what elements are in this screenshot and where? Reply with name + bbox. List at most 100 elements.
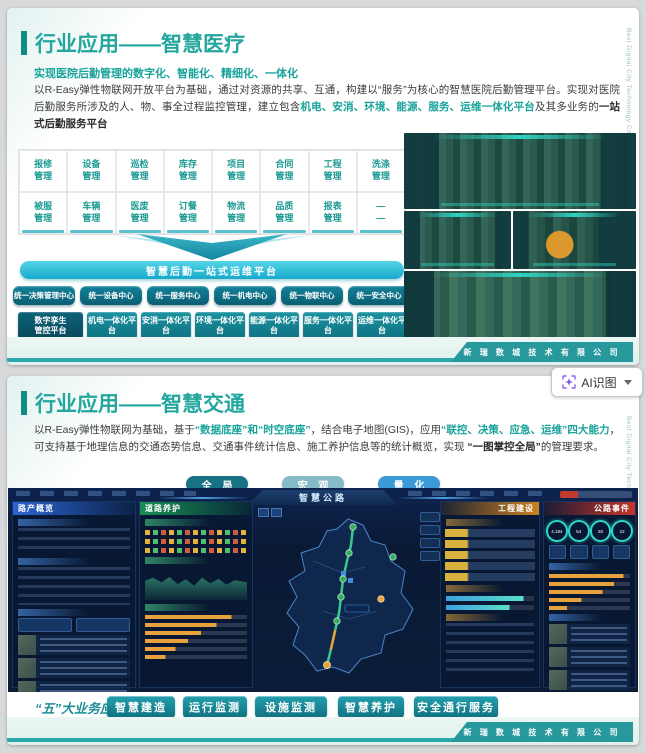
- grid-cell: 报表 管理: [308, 192, 357, 234]
- biz-button-facility-monitoring[interactable]: 设施监测: [255, 696, 327, 718]
- platform-block: 环境一体化平台: [195, 312, 245, 339]
- section-bar: [145, 557, 210, 564]
- grid-cell: — —: [356, 192, 405, 234]
- paragraph-highlight: “联控、决策、应急、运维”四大能力: [441, 424, 610, 436]
- list-rows: [18, 567, 130, 605]
- biz-button-safe-passage[interactable]: 安全通行服务: [414, 696, 498, 718]
- platform-block: 机电一体化平台: [87, 312, 137, 339]
- section-bar: [145, 519, 210, 526]
- page-title: 行业应用——智慧交通: [35, 393, 245, 416]
- section-bar: [549, 563, 602, 570]
- funnel-arrow-graphic: [112, 234, 312, 260]
- stat-chip: [549, 545, 567, 559]
- slide-footer: 新 瑞 数 城 技 术 有 限 公 司: [7, 717, 639, 745]
- paragraph-highlight: 机电、安消、环境、能源、服务、运维一体化平台: [300, 101, 535, 113]
- stat-chips: [18, 618, 130, 632]
- ai-button-label: AI识图: [581, 375, 617, 390]
- grid-cell: 项目 管理: [212, 150, 261, 192]
- slide-smart-transportation: Best Digital City Technology Co., Ltd 行业…: [7, 376, 639, 745]
- hospital-dashboard-image-3: [513, 211, 636, 269]
- hospital-dashboard-image-2: [404, 211, 511, 269]
- center-pill: 统一机电中心: [214, 286, 276, 305]
- paragraph-text: 及其多业务的: [534, 101, 599, 113]
- maintenance-bar: [145, 655, 247, 659]
- center-pill: 统一服务中心: [147, 286, 209, 305]
- slide-subtitle: 实现医院后勤管理的数字化、智能化、精细化、一体化: [34, 68, 298, 80]
- event-card: [549, 647, 630, 667]
- paragraph-highlight: “数据底座”和“时空底座”: [194, 424, 311, 436]
- condition-dot-row: [145, 530, 247, 535]
- paragraph-text: 的管理要求。: [540, 441, 604, 453]
- map-filter-buttons[interactable]: [420, 512, 440, 564]
- condition-dot-row: [145, 539, 247, 544]
- map-filter-button[interactable]: [420, 512, 440, 522]
- grid-cell: 库存 管理: [163, 150, 212, 192]
- stat-chip: [591, 545, 609, 559]
- panel-road-maintenance: 道路养护: [139, 501, 253, 688]
- biz-button-smart-construction[interactable]: 智慧建造: [107, 696, 175, 718]
- grid-cell: 巡检 管理: [115, 150, 164, 192]
- stat-chip: [76, 618, 130, 632]
- title-glow-line-left: [158, 497, 248, 499]
- maintenance-bar: [145, 615, 247, 619]
- chevron-down-icon: [623, 379, 632, 385]
- project-row: [445, 551, 535, 559]
- title-accent-bar: [21, 31, 27, 55]
- unified-centers-row: 统一决策管理中心 统一设备中心 统一服务中心 统一机电中心 统一物联中心 统一安…: [13, 286, 410, 305]
- grid-cell: 品质 管理: [260, 192, 309, 234]
- section-bar: [549, 614, 602, 621]
- panel-highway-events: 公路事件 4,184 54 28 22: [543, 501, 636, 690]
- slide-title-row: 行业应用——智慧医疗: [21, 28, 245, 58]
- integrated-platforms-row: 数字孪生 管控平台 机电一体化平台 安消一体化平台 环境一体化平台 能源一体化平…: [18, 312, 407, 339]
- maintenance-bar: [145, 647, 247, 651]
- list-rows: [446, 623, 534, 675]
- stat-chip: [612, 545, 630, 559]
- section-bar: [446, 519, 503, 526]
- progress-bar: [446, 596, 534, 601]
- platform-banner: 智慧后勤一站式运维平台: [20, 261, 404, 279]
- grid-cell: 被服 管理: [19, 192, 68, 234]
- map-filter-button[interactable]: [420, 538, 440, 548]
- company-ribbon: 新 瑞 数 城 技 术 有 限 公 司: [451, 342, 633, 362]
- biz-button-smart-maintenance[interactable]: 智慧养护: [338, 696, 404, 718]
- project-row: [445, 573, 535, 581]
- center-pill: 统一设备中心: [80, 286, 142, 305]
- ai-image-recognition-button[interactable]: AI识图: [551, 367, 643, 397]
- section-bar: [145, 604, 210, 611]
- event-distribution-bar: [549, 598, 630, 602]
- slide-title-row: 行业应用——智慧交通: [21, 388, 245, 418]
- event-gauges: 4,184 54 28 22: [546, 520, 633, 542]
- gauge-value: 22: [611, 520, 633, 542]
- event-distribution-bar: [549, 590, 630, 594]
- province-map[interactable]: [253, 501, 438, 688]
- panel-engineering: 工程建设: [440, 501, 540, 688]
- smart-highway-dashboard: 智慧公路 路产概览 道路养护 工程建设 公路事件 4,184 54 28 22: [8, 488, 638, 692]
- gauge-value: 28: [589, 520, 612, 542]
- stat-chips: [549, 545, 630, 559]
- dashboard-top-menu-left: [16, 491, 196, 496]
- paragraph-highlight-bold: “一图掌控全局”: [467, 441, 541, 453]
- gauge-value: 54: [567, 520, 590, 542]
- slide-footer: 新 瑞 数 城 技 术 有 限 公 司: [7, 337, 639, 365]
- event-card: [18, 635, 130, 655]
- project-row: [445, 562, 535, 570]
- map-filter-button[interactable]: [420, 525, 440, 535]
- stats-rows: [18, 528, 130, 554]
- biz-button-operation-monitoring[interactable]: 运行监测: [183, 696, 247, 718]
- panel-header: 工程建设: [441, 502, 539, 515]
- platform-block: 数字孪生 管控平台: [18, 312, 83, 339]
- panel-road-assets: 路产概览: [12, 501, 136, 692]
- platform-block: 能源一体化平台: [249, 312, 299, 339]
- page-title: 行业应用——智慧医疗: [35, 33, 245, 56]
- platform-block: 服务一体化平台: [303, 312, 353, 339]
- map-filter-button[interactable]: [420, 551, 440, 561]
- grid-cell: 车辆 管理: [67, 192, 116, 234]
- slide-smart-healthcare: Best Digital City Technology Co., Ltd 行业…: [7, 8, 639, 365]
- event-distribution-bar: [549, 606, 630, 610]
- grid-cell: 洗涤 管理: [356, 150, 405, 192]
- map-layer-toggle[interactable]: [258, 508, 282, 517]
- maintenance-bar: [145, 631, 247, 635]
- event-card: [18, 658, 130, 678]
- dashboard-top-menu-right: [408, 491, 548, 496]
- section-bar: [446, 585, 503, 592]
